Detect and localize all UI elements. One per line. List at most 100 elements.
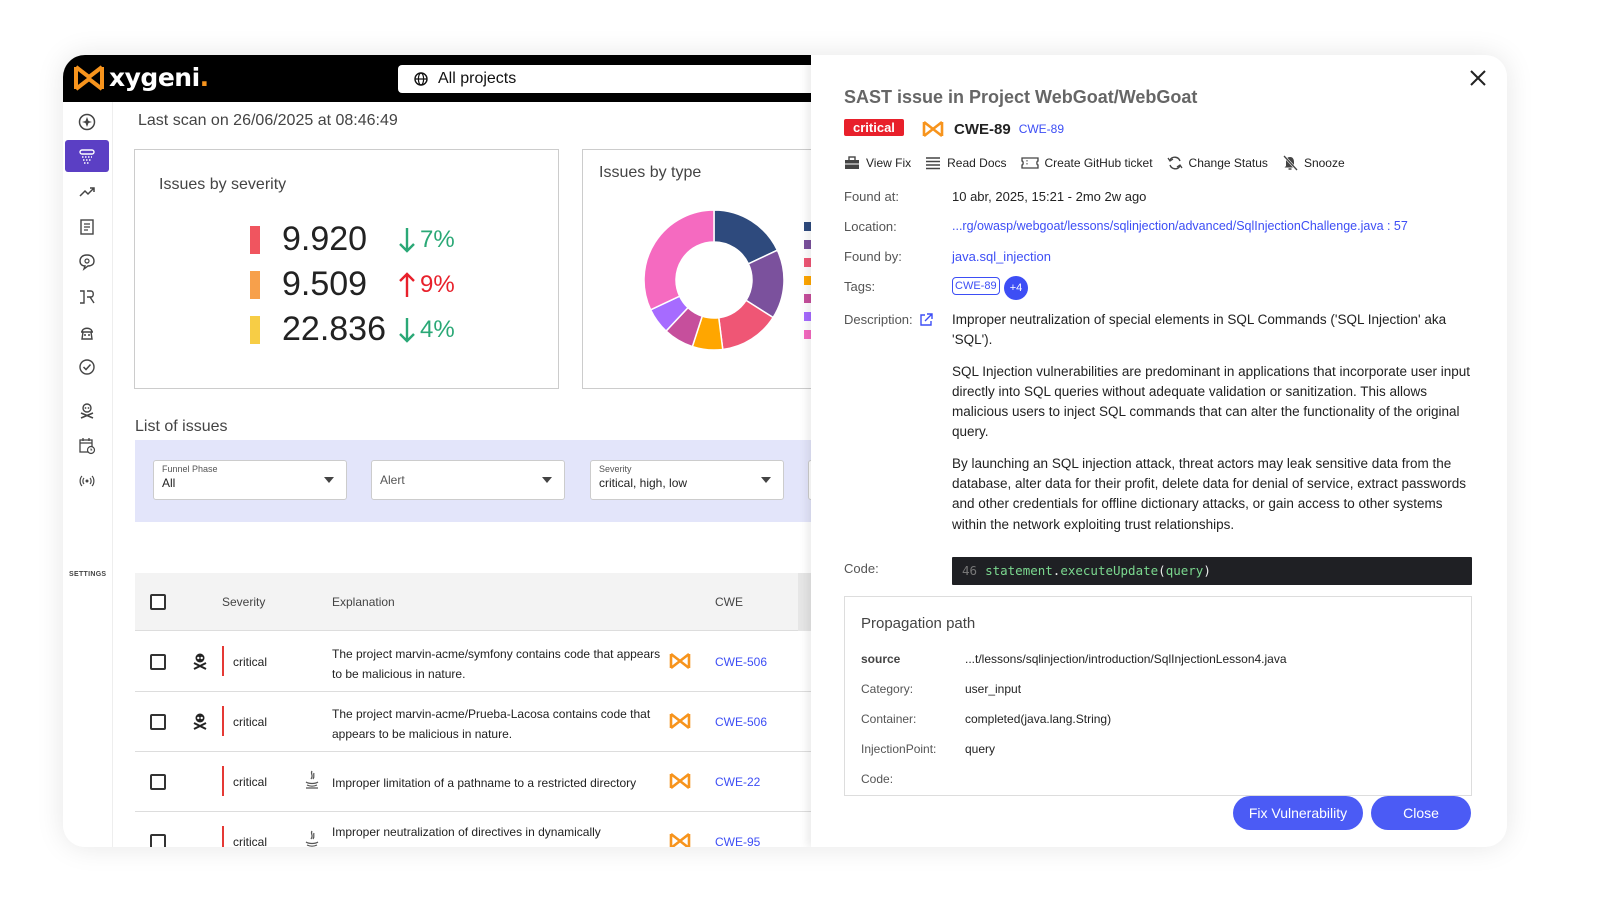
sidebar-item-inventory[interactable]: [65, 211, 109, 243]
row-explanation: Improper neutralization of directives in…: [332, 822, 662, 842]
project-selector[interactable]: All projects: [398, 65, 828, 93]
row-checkbox[interactable]: [150, 834, 166, 847]
sidebar-item-compliance[interactable]: [65, 351, 109, 383]
arrow-down-icon: [398, 227, 416, 253]
explanation-column-header[interactable]: Explanation: [332, 595, 395, 609]
sidebar-item-anomalies[interactable]: [65, 316, 109, 348]
row-explanation: Improper limitation of a pathname to a r…: [332, 773, 672, 793]
severity-indicator: [222, 706, 224, 736]
top-bar: xygeni. All projects: [63, 55, 823, 102]
code-label: Code:: [844, 561, 879, 576]
row-cwe-link[interactable]: CWE-506: [715, 715, 767, 729]
column-resize-handle[interactable]: [798, 573, 812, 631]
skull-icon: [192, 712, 208, 730]
more-tags-button[interactable]: +4: [1004, 276, 1028, 300]
sidebar-item-broadcast[interactable]: [65, 465, 109, 497]
category-value: user_input: [965, 682, 1021, 696]
injection-point-label: InjectionPoint:: [861, 742, 936, 756]
description-label-row: Description:: [844, 312, 933, 327]
description-label: Description:: [844, 312, 913, 327]
table-row[interactable]: critical The project marvin-acme/symfony…: [135, 632, 823, 692]
app-window: xygeni. All projects: [63, 55, 1507, 847]
table-row[interactable]: critical Improper neutralization of dire…: [135, 812, 823, 847]
row-cwe-link[interactable]: CWE-22: [715, 775, 760, 789]
found-by-link[interactable]: java.sql_injection: [952, 249, 1051, 264]
found-at-value: 10 abr, 2025, 15:21 - 2mo 2w ago: [952, 189, 1146, 204]
sidebar-settings-label[interactable]: SETTINGS: [69, 571, 106, 578]
injection-point-value: query: [965, 742, 995, 756]
select-all-checkbox[interactable]: [150, 594, 166, 610]
project-selector-label: All projects: [438, 70, 516, 88]
description-paragraph: Improper neutralization of special eleme…: [952, 310, 1477, 351]
cwe-title: CWE-89: [954, 121, 1011, 138]
hacker-icon: [78, 323, 96, 341]
close-button[interactable]: Close: [1371, 796, 1471, 830]
table-row[interactable]: critical Improper limitation of a pathna…: [135, 752, 823, 812]
sidebar-item-pipelines[interactable]: [65, 281, 109, 313]
severity-row-high[interactable]: 9.509 9%: [250, 265, 455, 304]
fix-vulnerability-button[interactable]: Fix Vulnerability: [1233, 796, 1363, 830]
row-severity: critical: [233, 835, 267, 847]
row-cwe-link[interactable]: CWE-506: [715, 655, 767, 669]
sidebar-item-trends[interactable]: [65, 176, 109, 208]
chevron-down-icon: [542, 477, 552, 483]
severity-column-header[interactable]: Severity: [222, 595, 265, 609]
close-icon[interactable]: [1467, 67, 1489, 89]
pipeline-icon: [78, 288, 96, 306]
severity-card: Issues by severity 9.920 7% 9.509 9%: [134, 149, 559, 389]
code-line-number: 46: [962, 563, 977, 578]
legend-swatch: [804, 276, 811, 285]
sidebar-item-dashboard[interactable]: [65, 106, 109, 138]
snooze-button[interactable]: Snooze: [1282, 155, 1345, 171]
donut-slice[interactable]: [644, 210, 714, 310]
critical-count: 9.920: [282, 220, 398, 259]
funnel-phase-filter[interactable]: Funnel Phase All: [153, 460, 347, 500]
row-checkbox[interactable]: [150, 714, 166, 730]
java-icon: [303, 830, 321, 847]
sidebar-item-secrets[interactable]: [65, 246, 109, 278]
cwe-link[interactable]: CWE-89: [1019, 122, 1064, 136]
list-of-issues-title: List of issues: [135, 418, 227, 436]
low-count: 22.836: [282, 310, 398, 349]
cwe-column-header[interactable]: CWE: [715, 595, 743, 609]
row-cwe-link[interactable]: CWE-95: [715, 835, 760, 847]
high-count: 9.509: [282, 265, 398, 304]
cwe-brand-icon: [669, 712, 691, 730]
bell-off-icon: [1282, 155, 1298, 171]
sidebar-item-malware[interactable]: [65, 395, 109, 427]
create-github-ticket-button[interactable]: Create GitHub ticket: [1021, 156, 1153, 170]
sidebar-item-issues[interactable]: [65, 140, 109, 172]
location-link[interactable]: ...rg/owasp/webgoat/lessons/sqlinjection…: [952, 219, 1408, 233]
java-icon: [303, 770, 321, 790]
panel-title: SAST issue in Project WebGoat/WebGoat: [844, 87, 1197, 108]
category-label: Category:: [861, 682, 913, 696]
description-paragraph: By launching an SQL injection attack, th…: [952, 454, 1477, 535]
chat-bubble-icon: [78, 253, 96, 271]
severity-filter[interactable]: Severity critical, high, low: [590, 460, 784, 500]
row-checkbox[interactable]: [150, 654, 166, 670]
legend-swatch: [804, 258, 811, 267]
read-docs-button[interactable]: Read Docs: [925, 156, 1006, 170]
severity-card-title: Issues by severity: [159, 176, 286, 194]
severity-row-low[interactable]: 22.836 4%: [250, 310, 455, 349]
location-label: Location:: [844, 219, 897, 234]
chevron-down-icon: [761, 477, 771, 483]
row-severity: critical: [233, 655, 267, 669]
alert-filter[interactable]: Alert: [371, 460, 565, 500]
severity-indicator: [222, 766, 224, 796]
xygeni-logo-icon: [73, 64, 105, 92]
external-link-icon[interactable]: [919, 313, 933, 327]
sidebar-item-schedule[interactable]: [65, 430, 109, 462]
issue-detail-panel: SAST issue in Project WebGoat/WebGoat cr…: [811, 55, 1507, 847]
calendar-clock-icon: [78, 437, 96, 455]
view-fix-button[interactable]: View Fix: [844, 156, 911, 170]
row-checkbox[interactable]: [150, 774, 166, 790]
tag-chip[interactable]: CWE-89: [952, 277, 1000, 295]
globe-icon: [414, 72, 428, 86]
severity-row-critical[interactable]: 9.920 7%: [250, 220, 455, 259]
table-row[interactable]: critical The project marvin-acme/Prueba-…: [135, 692, 823, 752]
change-status-button[interactable]: Change Status: [1167, 155, 1268, 171]
logo[interactable]: xygeni.: [73, 63, 209, 92]
filters-bar: Funnel Phase All Alert Severity critical…: [135, 440, 823, 522]
table-header: Severity Explanation CWE: [135, 573, 823, 631]
